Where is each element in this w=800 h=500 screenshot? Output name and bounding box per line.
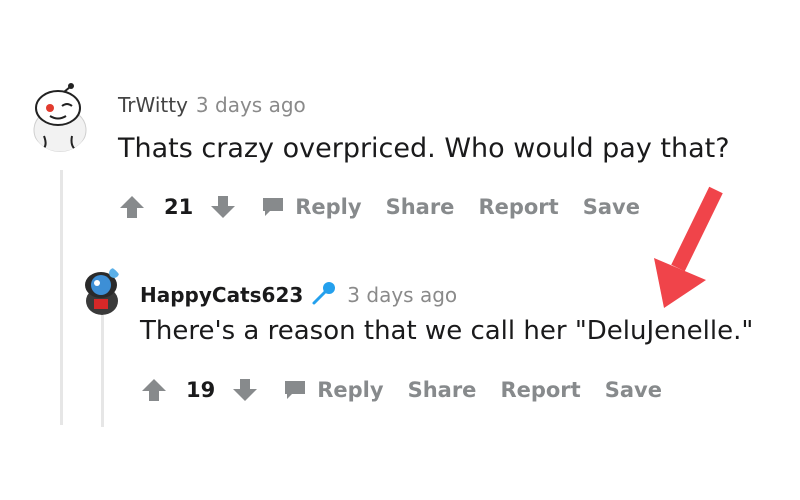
downvote-icon (209, 193, 237, 221)
downvote-icon (231, 376, 259, 404)
username[interactable]: TrWitty (118, 93, 188, 117)
upvote-button[interactable] (118, 193, 146, 221)
comment-actions: 19 Reply Share Report Save (140, 376, 662, 404)
reply-button[interactable]: Reply (283, 378, 383, 402)
report-button[interactable]: Report (478, 195, 558, 219)
reply-bubble-icon (283, 379, 307, 401)
vote-count: 21 (164, 195, 193, 219)
comment-body: There's a reason that we call her "DeluJ… (140, 316, 753, 346)
share-button[interactable]: Share (386, 195, 455, 219)
upvote-icon (118, 193, 146, 221)
vote-count: 19 (186, 378, 215, 402)
reply-bubble-icon (261, 196, 285, 218)
downvote-button[interactable] (209, 193, 237, 221)
username[interactable]: HappyCats623 (140, 283, 303, 307)
save-button[interactable]: Save (583, 195, 640, 219)
upvote-button[interactable] (140, 376, 168, 404)
comment-body: Thats crazy overpriced. Who would pay th… (118, 133, 730, 164)
comment-meta: TrWitty 3 days ago (118, 93, 306, 117)
timestamp[interactable]: 3 days ago (347, 283, 457, 307)
upvote-icon (140, 376, 168, 404)
comment-meta: HappyCats623 3 days ago (140, 276, 457, 307)
reply-label: Reply (295, 195, 361, 219)
report-button[interactable]: Report (500, 378, 580, 402)
thread-line-top[interactable] (60, 170, 63, 425)
avatar-happycats623[interactable] (80, 265, 124, 315)
save-button[interactable]: Save (605, 378, 662, 402)
snoo-avatar-icon (80, 265, 124, 315)
downvote-button[interactable] (231, 376, 259, 404)
share-button[interactable]: Share (408, 378, 477, 402)
snoo-avatar-icon (28, 78, 92, 152)
comment-actions: 21 Reply Share Report Save (118, 193, 640, 221)
reply-label: Reply (317, 378, 383, 402)
thread-line-reply[interactable] (101, 315, 104, 427)
reply-button[interactable]: Reply (261, 195, 361, 219)
annotation-arrow (650, 180, 740, 315)
timestamp[interactable]: 3 days ago (196, 93, 306, 117)
microphone-icon (311, 280, 337, 310)
avatar-trwitty[interactable] (28, 78, 92, 152)
